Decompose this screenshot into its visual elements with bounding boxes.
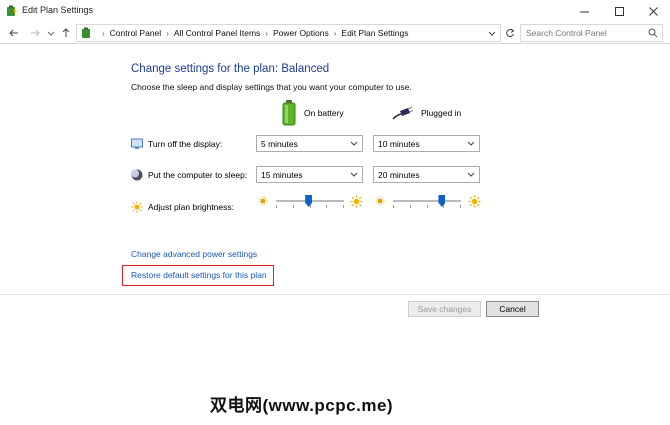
breadcrumb-edit-plan[interactable]: Edit Plan Settings	[341, 28, 408, 38]
sun-icon	[131, 201, 143, 213]
battery-icon	[282, 100, 296, 126]
display-plugged-select[interactable]: 10 minutes	[373, 135, 480, 152]
monitor-icon	[131, 138, 143, 149]
power-plug-icon	[392, 106, 413, 120]
slider-tick	[343, 205, 344, 208]
advanced-power-settings-link[interactable]: Change advanced power settings	[131, 249, 257, 259]
column-on-battery: On battery	[282, 98, 344, 128]
bright-sun-icon	[468, 195, 481, 208]
chevron-down-icon	[350, 172, 358, 177]
maximize-button[interactable]	[602, 0, 636, 22]
title-bar: Edit Plan Settings	[0, 0, 670, 22]
search-box[interactable]	[520, 24, 663, 42]
on-battery-label: On battery	[304, 108, 344, 118]
save-changes-button[interactable]: Save changes	[408, 301, 481, 317]
bright-sun-icon	[350, 195, 363, 208]
brightness-setting-row: Adjust plan brightness:	[131, 197, 234, 217]
brightness-setting-label: Adjust plan brightness:	[148, 202, 234, 212]
refresh-icon	[506, 28, 515, 38]
display-plugged-value: 10 minutes	[378, 138, 420, 149]
address-dropdown-button[interactable]	[486, 27, 498, 39]
arrow-left-icon	[9, 29, 18, 37]
search-input[interactable]	[526, 28, 646, 38]
up-button[interactable]	[58, 25, 74, 41]
sleep-setting-label: Put the computer to sleep:	[148, 170, 248, 180]
moon-icon	[131, 169, 143, 181]
slider-tick	[443, 205, 445, 208]
maximize-icon	[614, 6, 624, 16]
breadcrumb-separator-icon: ›	[333, 28, 337, 38]
sleep-battery-value: 15 minutes	[261, 169, 303, 180]
close-button[interactable]	[636, 0, 670, 22]
slider-tick	[393, 205, 394, 208]
slider-tick	[460, 205, 461, 208]
breadcrumb-separator-icon: ›	[166, 28, 169, 38]
forward-button[interactable]	[27, 25, 43, 41]
chevron-down-icon	[467, 172, 475, 177]
back-button[interactable]	[6, 25, 22, 41]
brightness-battery-slider[interactable]	[276, 194, 344, 210]
chevron-down-icon	[350, 141, 358, 146]
page-title: Change settings for the plan: Balanced	[131, 63, 330, 75]
slider-tick	[326, 205, 328, 208]
slider-track	[393, 200, 461, 202]
power-plan-icon	[7, 5, 17, 16]
slider-tick	[309, 205, 311, 208]
restore-defaults-link[interactable]: Restore default settings for this plan	[131, 270, 267, 280]
slider-tick	[409, 205, 411, 208]
navigation-bar: › Control Panel › All Control Panel Item…	[0, 22, 670, 44]
breadcrumb-all-items[interactable]: All Control Panel Items	[174, 28, 260, 38]
column-plugged-in: Plugged in	[391, 98, 461, 128]
recent-locations-button[interactable]	[43, 25, 59, 41]
slider-tick	[292, 205, 294, 208]
slider-tick	[276, 205, 277, 208]
chevron-down-icon	[47, 31, 55, 36]
chevron-down-icon	[467, 141, 475, 146]
control-panel-icon	[82, 27, 90, 38]
brightness-plugged-slider[interactable]	[393, 194, 461, 210]
divider	[0, 294, 670, 295]
watermark-text: 双电网(www.pcpc.me)	[210, 396, 394, 415]
sleep-plugged-value: 20 minutes	[378, 169, 420, 180]
sleep-battery-select[interactable]: 15 minutes	[256, 166, 363, 183]
display-battery-value: 5 minutes	[261, 138, 298, 149]
slider-tick	[426, 205, 428, 208]
breadcrumb-separator-icon: ›	[102, 28, 105, 38]
breadcrumb-power-options[interactable]: Power Options	[273, 28, 329, 38]
arrow-up-icon	[62, 28, 70, 37]
window-title: Edit Plan Settings	[22, 5, 94, 15]
dim-sun-icon	[258, 196, 268, 206]
display-setting-label: Turn off the display:	[148, 139, 223, 149]
breadcrumb-control-panel[interactable]: Control Panel	[110, 28, 162, 38]
minimize-icon	[579, 11, 589, 12]
minimize-button[interactable]	[567, 0, 601, 22]
sleep-setting-row: Put the computer to sleep:	[131, 165, 247, 185]
display-battery-select[interactable]: 5 minutes	[256, 135, 363, 152]
refresh-button[interactable]	[503, 26, 517, 40]
plugged-in-label: Plugged in	[421, 108, 462, 118]
display-setting-row: Turn off the display:	[131, 134, 222, 154]
slider-thumb[interactable]	[438, 195, 446, 207]
breadcrumb-separator-icon: ›	[265, 28, 268, 38]
cancel-button[interactable]: Cancel	[486, 301, 539, 317]
search-icon[interactable]	[648, 28, 658, 38]
page-description: Choose the sleep and display settings th…	[131, 82, 412, 92]
address-bar[interactable]: › Control Panel › All Control Panel Item…	[76, 24, 501, 42]
dim-sun-icon	[375, 196, 385, 206]
close-icon	[648, 6, 658, 16]
chevron-down-icon	[488, 31, 496, 36]
sleep-plugged-select[interactable]: 20 minutes	[373, 166, 480, 183]
arrow-right-icon	[31, 29, 40, 37]
